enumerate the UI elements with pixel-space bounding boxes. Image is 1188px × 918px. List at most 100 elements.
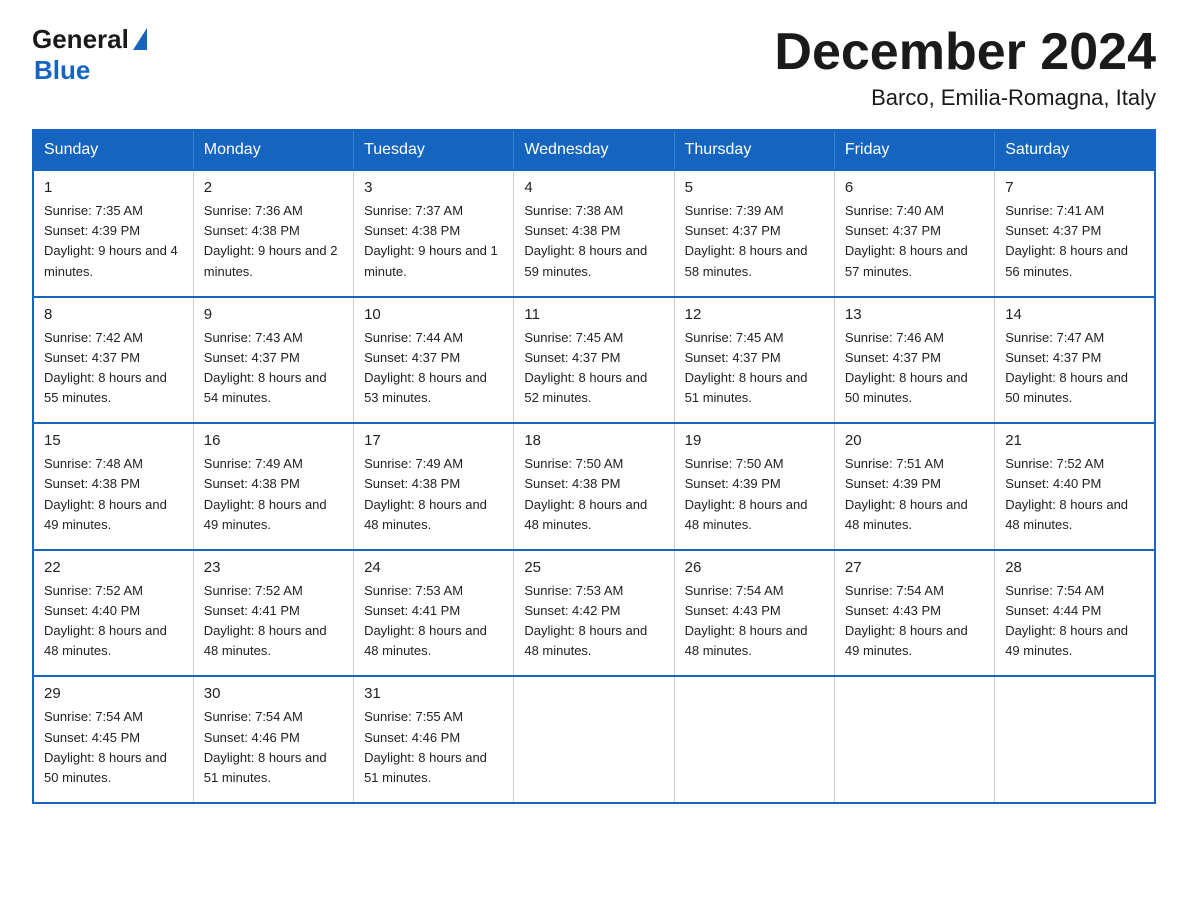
day-number: 6 [845,179,984,196]
day-number: 3 [364,179,503,196]
day-number: 2 [204,179,343,196]
day-cell: 28 Sunrise: 7:54 AMSunset: 4:44 PMDaylig… [995,550,1155,677]
day-info: Sunrise: 7:52 AMSunset: 4:41 PMDaylight:… [204,583,327,658]
day-cell: 24 Sunrise: 7:53 AMSunset: 4:41 PMDaylig… [354,550,514,677]
day-cell: 29 Sunrise: 7:54 AMSunset: 4:45 PMDaylig… [33,676,193,803]
day-info: Sunrise: 7:41 AMSunset: 4:37 PMDaylight:… [1005,203,1128,278]
header: General Blue December 2024 Barco, Emilia… [32,24,1156,111]
day-info: Sunrise: 7:40 AMSunset: 4:37 PMDaylight:… [845,203,968,278]
day-info: Sunrise: 7:45 AMSunset: 4:37 PMDaylight:… [524,330,647,405]
day-number: 9 [204,306,343,323]
day-number: 16 [204,432,343,449]
header-day-friday: Friday [834,130,994,170]
day-cell: 10 Sunrise: 7:44 AMSunset: 4:37 PMDaylig… [354,297,514,424]
logo-blue-text: Blue [34,55,90,86]
day-info: Sunrise: 7:53 AMSunset: 4:42 PMDaylight:… [524,583,647,658]
header-day-sunday: Sunday [33,130,193,170]
day-info: Sunrise: 7:48 AMSunset: 4:38 PMDaylight:… [44,456,167,531]
day-cell [674,676,834,803]
day-info: Sunrise: 7:53 AMSunset: 4:41 PMDaylight:… [364,583,487,658]
day-cell: 4 Sunrise: 7:38 AMSunset: 4:38 PMDayligh… [514,170,674,297]
day-number: 15 [44,432,183,449]
day-number: 7 [1005,179,1144,196]
day-number: 22 [44,559,183,576]
day-cell: 17 Sunrise: 7:49 AMSunset: 4:38 PMDaylig… [354,423,514,550]
day-number: 23 [204,559,343,576]
week-row-1: 1 Sunrise: 7:35 AMSunset: 4:39 PMDayligh… [33,170,1155,297]
day-info: Sunrise: 7:37 AMSunset: 4:38 PMDaylight:… [364,203,498,278]
day-cell: 31 Sunrise: 7:55 AMSunset: 4:46 PMDaylig… [354,676,514,803]
day-number: 19 [685,432,824,449]
calendar-subtitle: Barco, Emilia-Romagna, Italy [774,85,1156,111]
day-cell: 23 Sunrise: 7:52 AMSunset: 4:41 PMDaylig… [193,550,353,677]
day-cell [514,676,674,803]
day-cell: 7 Sunrise: 7:41 AMSunset: 4:37 PMDayligh… [995,170,1155,297]
day-number: 28 [1005,559,1144,576]
day-cell: 5 Sunrise: 7:39 AMSunset: 4:37 PMDayligh… [674,170,834,297]
header-row: SundayMondayTuesdayWednesdayThursdayFrid… [33,130,1155,170]
day-cell: 3 Sunrise: 7:37 AMSunset: 4:38 PMDayligh… [354,170,514,297]
day-info: Sunrise: 7:47 AMSunset: 4:37 PMDaylight:… [1005,330,1128,405]
day-info: Sunrise: 7:54 AMSunset: 4:46 PMDaylight:… [204,709,327,784]
day-info: Sunrise: 7:51 AMSunset: 4:39 PMDaylight:… [845,456,968,531]
logo-general-text: General [32,24,129,55]
day-cell: 30 Sunrise: 7:54 AMSunset: 4:46 PMDaylig… [193,676,353,803]
week-row-3: 15 Sunrise: 7:48 AMSunset: 4:38 PMDaylig… [33,423,1155,550]
day-cell: 19 Sunrise: 7:50 AMSunset: 4:39 PMDaylig… [674,423,834,550]
day-cell: 2 Sunrise: 7:36 AMSunset: 4:38 PMDayligh… [193,170,353,297]
day-info: Sunrise: 7:42 AMSunset: 4:37 PMDaylight:… [44,330,167,405]
day-info: Sunrise: 7:38 AMSunset: 4:38 PMDaylight:… [524,203,647,278]
day-cell: 21 Sunrise: 7:52 AMSunset: 4:40 PMDaylig… [995,423,1155,550]
day-info: Sunrise: 7:39 AMSunset: 4:37 PMDaylight:… [685,203,808,278]
day-number: 24 [364,559,503,576]
day-info: Sunrise: 7:44 AMSunset: 4:37 PMDaylight:… [364,330,487,405]
day-cell: 12 Sunrise: 7:45 AMSunset: 4:37 PMDaylig… [674,297,834,424]
header-day-saturday: Saturday [995,130,1155,170]
day-info: Sunrise: 7:52 AMSunset: 4:40 PMDaylight:… [1005,456,1128,531]
day-info: Sunrise: 7:49 AMSunset: 4:38 PMDaylight:… [364,456,487,531]
day-info: Sunrise: 7:46 AMSunset: 4:37 PMDaylight:… [845,330,968,405]
day-cell: 8 Sunrise: 7:42 AMSunset: 4:37 PMDayligh… [33,297,193,424]
day-info: Sunrise: 7:54 AMSunset: 4:43 PMDaylight:… [685,583,808,658]
day-number: 31 [364,685,503,702]
day-info: Sunrise: 7:36 AMSunset: 4:38 PMDaylight:… [204,203,338,278]
day-cell: 25 Sunrise: 7:53 AMSunset: 4:42 PMDaylig… [514,550,674,677]
calendar-title: December 2024 [774,24,1156,81]
header-day-wednesday: Wednesday [514,130,674,170]
day-cell: 22 Sunrise: 7:52 AMSunset: 4:40 PMDaylig… [33,550,193,677]
day-cell: 20 Sunrise: 7:51 AMSunset: 4:39 PMDaylig… [834,423,994,550]
title-block: December 2024 Barco, Emilia-Romagna, Ita… [774,24,1156,111]
day-cell: 26 Sunrise: 7:54 AMSunset: 4:43 PMDaylig… [674,550,834,677]
day-number: 4 [524,179,663,196]
day-info: Sunrise: 7:45 AMSunset: 4:37 PMDaylight:… [685,330,808,405]
day-cell: 15 Sunrise: 7:48 AMSunset: 4:38 PMDaylig… [33,423,193,550]
day-number: 10 [364,306,503,323]
day-info: Sunrise: 7:52 AMSunset: 4:40 PMDaylight:… [44,583,167,658]
day-number: 29 [44,685,183,702]
calendar-header: SundayMondayTuesdayWednesdayThursdayFrid… [33,130,1155,170]
day-cell: 1 Sunrise: 7:35 AMSunset: 4:39 PMDayligh… [33,170,193,297]
day-number: 1 [44,179,183,196]
week-row-4: 22 Sunrise: 7:52 AMSunset: 4:40 PMDaylig… [33,550,1155,677]
day-info: Sunrise: 7:50 AMSunset: 4:39 PMDaylight:… [685,456,808,531]
day-number: 12 [685,306,824,323]
day-cell [834,676,994,803]
day-info: Sunrise: 7:54 AMSunset: 4:43 PMDaylight:… [845,583,968,658]
day-number: 25 [524,559,663,576]
week-row-2: 8 Sunrise: 7:42 AMSunset: 4:37 PMDayligh… [33,297,1155,424]
day-info: Sunrise: 7:50 AMSunset: 4:38 PMDaylight:… [524,456,647,531]
day-cell: 18 Sunrise: 7:50 AMSunset: 4:38 PMDaylig… [514,423,674,550]
day-number: 14 [1005,306,1144,323]
day-number: 8 [44,306,183,323]
day-number: 17 [364,432,503,449]
day-cell: 6 Sunrise: 7:40 AMSunset: 4:37 PMDayligh… [834,170,994,297]
day-cell: 9 Sunrise: 7:43 AMSunset: 4:37 PMDayligh… [193,297,353,424]
header-day-tuesday: Tuesday [354,130,514,170]
day-cell: 11 Sunrise: 7:45 AMSunset: 4:37 PMDaylig… [514,297,674,424]
day-cell: 27 Sunrise: 7:54 AMSunset: 4:43 PMDaylig… [834,550,994,677]
day-info: Sunrise: 7:55 AMSunset: 4:46 PMDaylight:… [364,709,487,784]
week-row-5: 29 Sunrise: 7:54 AMSunset: 4:45 PMDaylig… [33,676,1155,803]
day-cell: 14 Sunrise: 7:47 AMSunset: 4:37 PMDaylig… [995,297,1155,424]
day-info: Sunrise: 7:54 AMSunset: 4:45 PMDaylight:… [44,709,167,784]
header-day-monday: Monday [193,130,353,170]
